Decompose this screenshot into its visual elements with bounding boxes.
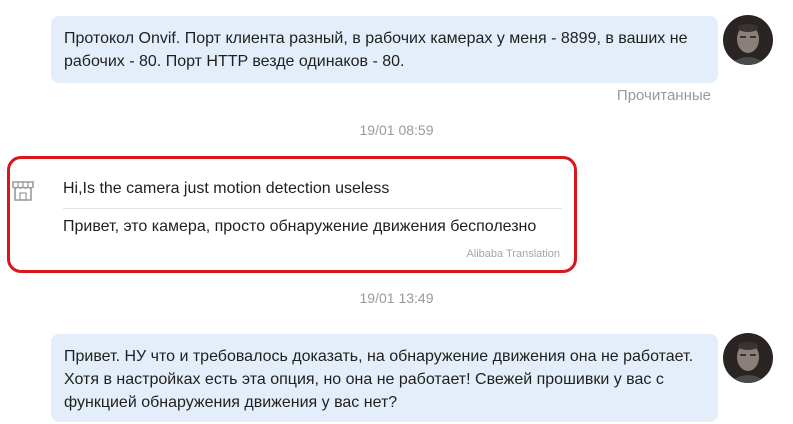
user-avatar[interactable] — [723, 333, 773, 383]
message-text: Протокол Onvif. Порт клиента разный, в р… — [64, 30, 688, 70]
translation-source: Alibaba Translation — [466, 248, 560, 260]
timestamp: 19/01 08:59 — [359, 122, 434, 138]
read-status: Прочитанные — [616, 87, 711, 104]
outgoing-message: Привет. НУ что и требовалось доказать, н… — [51, 334, 718, 422]
timestamp: 19/01 13:49 — [359, 290, 434, 306]
outgoing-message: Протокол Onvif. Порт клиента разный, в р… — [51, 16, 718, 83]
message-text: Привет. НУ что и требовалось доказать, н… — [64, 348, 694, 411]
shop-icon — [12, 181, 34, 201]
avatar-image — [723, 15, 773, 65]
user-avatar[interactable] — [723, 15, 773, 65]
translation-divider — [63, 208, 562, 209]
incoming-message: Hi,Is the camera just motion detection u… — [49, 164, 572, 267]
original-text: Hi,Is the camera just motion detection u… — [63, 180, 390, 197]
avatar-image — [723, 333, 773, 383]
translated-text: Привет, это камера, просто обнаружение д… — [63, 218, 537, 235]
